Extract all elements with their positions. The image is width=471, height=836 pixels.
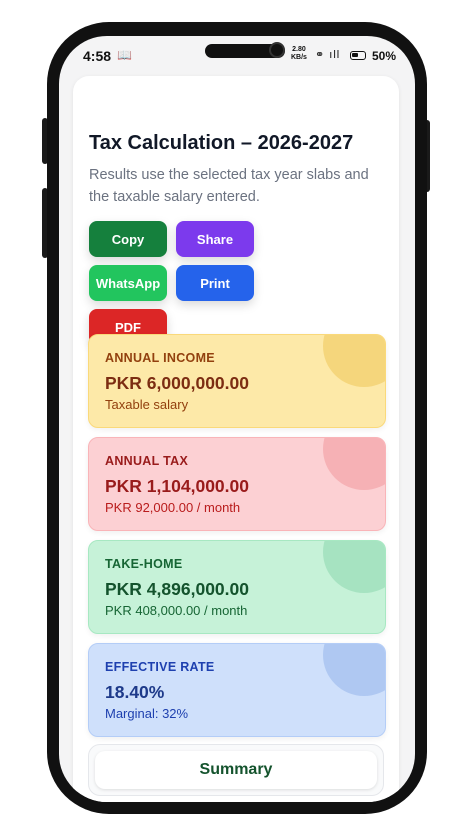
signal-icon: ⚭ ıll — [315, 49, 341, 61]
copy-button[interactable]: Copy — [89, 221, 167, 257]
annual-income-sub: Taxable salary — [105, 397, 189, 412]
take-home-value: PKR 4,896,000.00 — [105, 579, 249, 599]
annual-tax-card: ANNUAL TAX PKR 1,104,000.00 PKR 92,000.0… — [88, 437, 386, 531]
annual-tax-label: ANNUAL TAX — [105, 454, 189, 468]
status-time: 4:58 — [83, 48, 112, 64]
network-speed-unit: KB/s — [291, 54, 307, 61]
effective-rate-sub: Marginal: 32% — [105, 706, 189, 721]
pdf-button-label: PDF — [115, 319, 141, 335]
print-button-label: Print — [200, 275, 230, 291]
card-decoration — [323, 644, 385, 696]
take-home-card: TAKE-HOME PKR 4,896,000.00 PKR 408,000.0… — [88, 540, 386, 634]
battery-fill — [352, 53, 358, 57]
take-home-label: TAKE-HOME — [105, 557, 183, 571]
annual-income-card: ANNUAL INCOME PKR 6,000,000.00 Taxable s… — [88, 334, 386, 428]
share-button-label: Share — [196, 231, 234, 247]
copy-button-label: Copy — [111, 231, 145, 247]
effective-rate-value: 18.40% — [105, 682, 165, 702]
effective-rate-label: EFFECTIVE RATE — [105, 660, 215, 674]
annual-tax-sub: PKR 92,000.00 / month — [105, 500, 241, 515]
book-icon: 📖 — [117, 48, 132, 62]
take-home-sub: PKR 408,000.00 / month — [105, 603, 248, 618]
battery-percent: 50% — [372, 49, 397, 63]
phone-screen: 4:58 📖 2.80 KB/s ⚭ ıll 50% Tax Calculati… — [59, 36, 415, 802]
effective-rate-card: EFFECTIVE RATE 18.40% Marginal: 32% — [88, 643, 386, 737]
annual-income-value: PKR 6,000,000.00 — [105, 373, 249, 393]
card-decoration — [323, 438, 385, 490]
summary-section: Summary — [88, 744, 384, 796]
share-button[interactable]: Share — [176, 221, 254, 257]
battery-icon — [350, 51, 366, 60]
annual-income-label: ANNUAL INCOME — [105, 351, 215, 365]
card-decoration — [323, 541, 385, 593]
status-bar: 4:58 📖 2.80 KB/s ⚭ ıll 50% — [59, 36, 415, 76]
summary-button[interactable]: Summary — [95, 751, 377, 789]
network-speed-value: 2.80 — [292, 46, 306, 53]
summary-button-label: Summary — [199, 761, 273, 778]
network-speed: 2.80 KB/s — [291, 46, 307, 62]
results-card: Tax Calculation – 2026-2027 Results use … — [73, 76, 399, 802]
front-camera — [269, 42, 285, 58]
card-decoration — [323, 335, 385, 387]
page-title: Tax Calculation – 2026-2027 — [89, 132, 354, 154]
print-button[interactable]: Print — [176, 265, 254, 301]
page-subtitle: Results use the selected tax year slabs … — [89, 167, 369, 205]
whatsapp-button[interactable]: WhatsApp — [89, 265, 167, 301]
whatsapp-button-label: WhatsApp — [95, 275, 161, 291]
annual-tax-value: PKR 1,104,000.00 — [105, 476, 249, 496]
